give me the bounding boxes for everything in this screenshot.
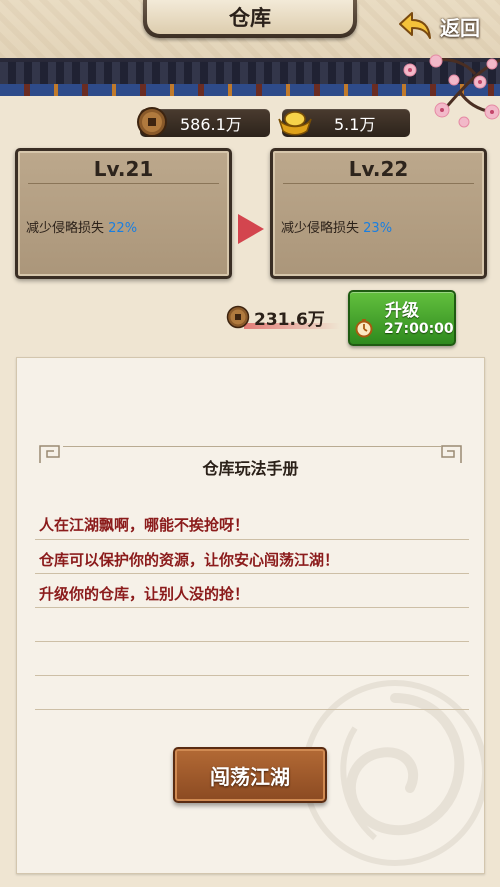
timer-icon bbox=[355, 319, 373, 338]
manual-line-3: 升级你的仓库，让别人没的抢！ bbox=[39, 585, 250, 603]
manual-line-2: 仓库可以保护你的资源，让你安心闯荡江湖！ bbox=[39, 551, 340, 569]
next-level-card: Lv.22 减少侵略损失 23% bbox=[270, 148, 487, 279]
copper-coin-icon bbox=[226, 305, 250, 329]
upgrade-cost: 231.6万 bbox=[226, 303, 340, 331]
manual-rule bbox=[35, 641, 469, 642]
manual-line-1: 人在江湖飘啊，哪能不挨抢呀！ bbox=[39, 516, 250, 534]
back-label: 返回 bbox=[440, 15, 480, 40]
upgrade-button[interactable]: 升级 27:00:00 bbox=[348, 290, 456, 346]
gold-amount: 5.1万 bbox=[334, 115, 376, 134]
upgrade-cost-amount: 231.6万 bbox=[254, 310, 325, 330]
gold-resource: 5.1万 bbox=[278, 109, 410, 137]
back-arrow-icon bbox=[399, 12, 431, 39]
gold-ingot-icon bbox=[278, 111, 312, 136]
next-level-title: Lv.22 bbox=[283, 155, 474, 184]
upgrade-time: 27:00:00 bbox=[384, 321, 454, 337]
back-button[interactable]: 返回 bbox=[398, 8, 490, 44]
next-effect-label: 减少侵略损失 bbox=[281, 221, 360, 236]
manual-rule bbox=[35, 607, 469, 608]
next-level-effect: 减少侵略损失 23% bbox=[281, 217, 392, 236]
manual-rule bbox=[35, 709, 469, 710]
explore-button[interactable]: 闯荡江湖 bbox=[173, 747, 327, 803]
manual-title: 仓库玩法手册 bbox=[202, 459, 299, 478]
page-title: 仓库 bbox=[147, 0, 353, 34]
current-level-card: Lv.21 减少侵略损失 22% bbox=[15, 148, 232, 279]
manual-rule bbox=[35, 539, 469, 540]
title-tab: 仓库 bbox=[143, 0, 357, 38]
copper-resource: 586.1万 bbox=[137, 107, 270, 137]
title-rule bbox=[63, 446, 441, 447]
current-level-effect: 减少侵略损失 22% bbox=[26, 217, 137, 236]
level-arrow-icon bbox=[238, 214, 264, 244]
current-level-title: Lv.21 bbox=[28, 155, 219, 184]
manual-rule bbox=[35, 675, 469, 676]
next-effect-value: 23% bbox=[363, 221, 393, 236]
current-effect-value: 22% bbox=[108, 221, 138, 236]
copper-coin-icon bbox=[137, 107, 167, 137]
copper-amount: 586.1万 bbox=[180, 115, 242, 134]
current-effect-label: 减少侵略损失 bbox=[26, 221, 105, 236]
manual-rule bbox=[35, 573, 469, 574]
